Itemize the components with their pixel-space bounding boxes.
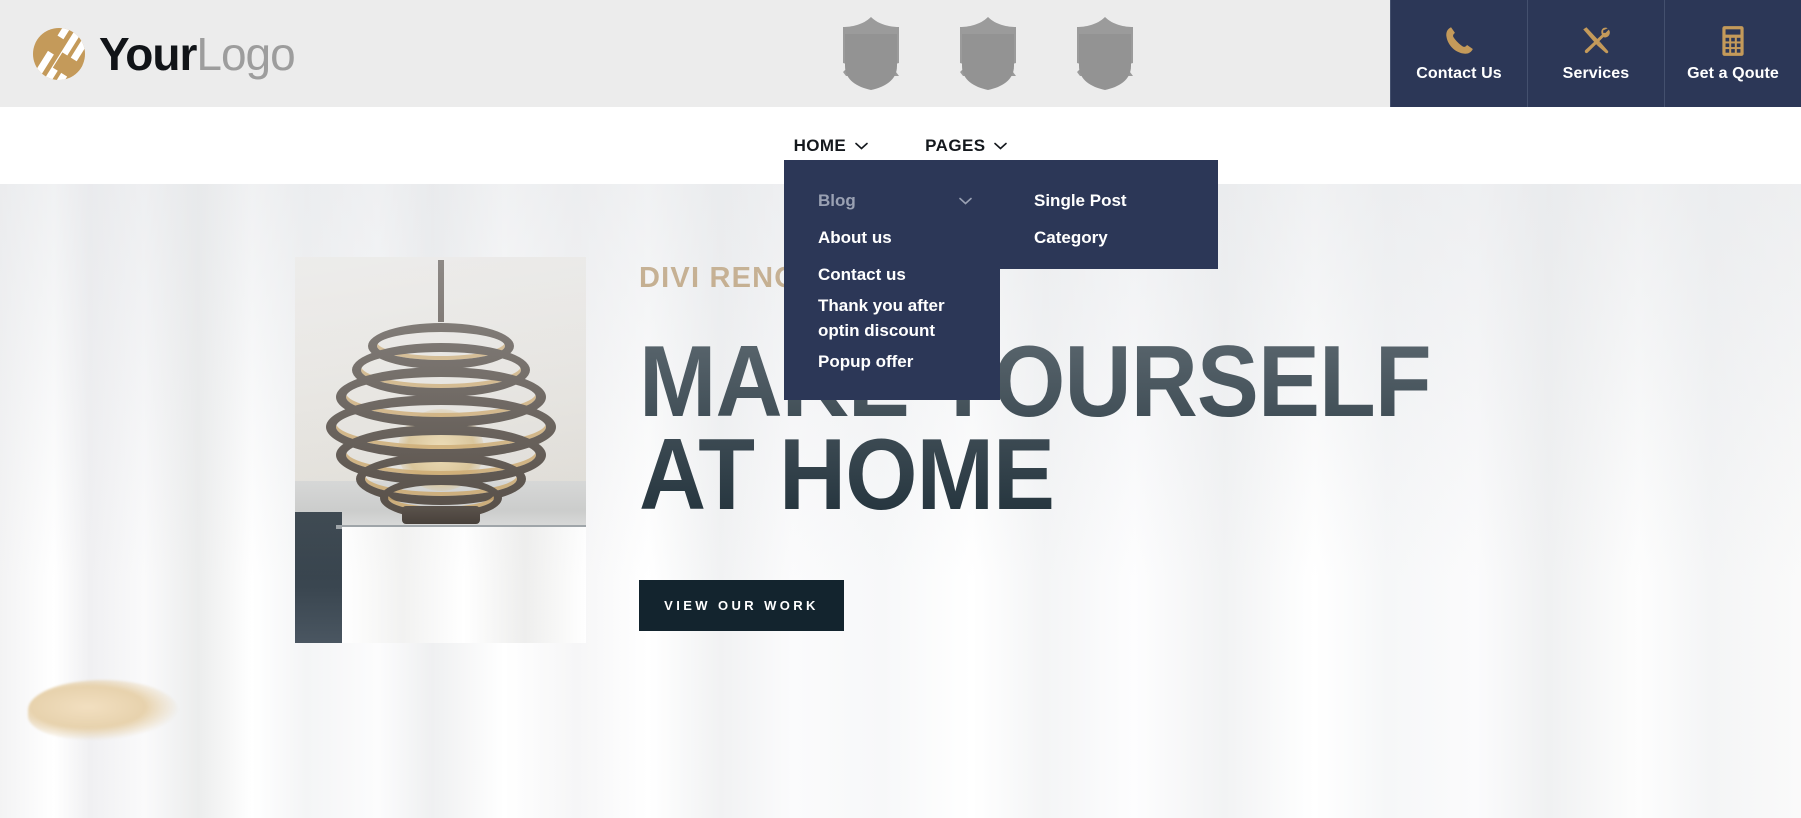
tools-icon <box>1583 27 1610 54</box>
dropdown-item-thank-you-after-optin-discount[interactable]: Thank you after optin discount <box>784 294 1000 343</box>
logo-mark-icon <box>33 27 85 80</box>
nav-item-pages[interactable]: PAGES <box>925 135 1008 156</box>
dropdown-item-blog[interactable]: Blog <box>784 183 1000 219</box>
hero-title-line-2: AT HOME <box>639 418 1055 531</box>
top-bar: YourLogo Contact Us Services Get a Qoute <box>0 0 1801 107</box>
submenu-item-label: Category <box>1034 227 1108 247</box>
chandelier-graphic <box>322 315 560 524</box>
logo-text-secondary: Logo <box>196 27 295 80</box>
chevron-down-icon <box>994 142 1008 150</box>
phone-icon <box>1446 27 1473 54</box>
quick-link-services[interactable]: Services <box>1527 0 1664 107</box>
dropdown-item-popup-offer[interactable]: Popup offer <box>784 344 1000 380</box>
dropdown-item-label: About us <box>818 227 892 247</box>
dropdown-item-label: Blog <box>818 190 856 210</box>
submenu-item-category[interactable]: Category <box>1000 220 1218 256</box>
quick-link-label: Contact Us <box>1416 65 1502 82</box>
quick-link-label: Get a Qoute <box>1687 65 1779 82</box>
quick-link-get-a-quote[interactable]: Get a Qoute <box>1664 0 1801 107</box>
decor-flowers <box>28 680 178 740</box>
shield-badge-icon <box>843 17 899 90</box>
nav-item-home[interactable]: HOME <box>794 136 869 156</box>
quick-link-contact-us[interactable]: Contact Us <box>1390 0 1527 107</box>
dropdown-item-about-us[interactable]: About us <box>784 220 1000 256</box>
chevron-down-icon <box>959 197 972 205</box>
nav-item-label: PAGES <box>925 135 986 155</box>
quick-links: Contact Us Services Get a Qoute <box>1390 0 1801 107</box>
shield-badge-icon <box>1077 17 1133 90</box>
quick-link-label: Services <box>1562 65 1630 82</box>
pages-dropdown-panel: Blog About us Contact us Thank you after… <box>784 160 1000 401</box>
blog-submenu-panel: Single Post Category <box>1000 160 1218 269</box>
site-logo[interactable]: YourLogo <box>33 27 296 80</box>
dropdown-item-label: Thank you after optin discount <box>818 296 945 340</box>
certification-badges <box>833 14 1143 92</box>
submenu-item-label: Single Post <box>1034 190 1127 210</box>
shield-badge-icon <box>960 17 1016 90</box>
logo-text-primary: Your <box>99 27 197 80</box>
hero-image-chandelier <box>295 257 586 643</box>
dropdown-item-label: Popup offer <box>818 351 914 371</box>
calculator-icon <box>1722 26 1744 56</box>
view-our-work-button[interactable]: VIEW OUR WORK <box>639 580 844 631</box>
dropdown-item-contact-us[interactable]: Contact us <box>784 257 1000 293</box>
chevron-down-icon <box>855 142 868 150</box>
submenu-item-single-post[interactable]: Single Post <box>1000 183 1218 219</box>
dropdown-item-label: Contact us <box>818 264 906 284</box>
logo-text: YourLogo <box>99 27 296 80</box>
pages-dropdown: Blog About us Contact us Thank you after… <box>784 160 1218 401</box>
nav-item-label: HOME <box>793 135 847 155</box>
